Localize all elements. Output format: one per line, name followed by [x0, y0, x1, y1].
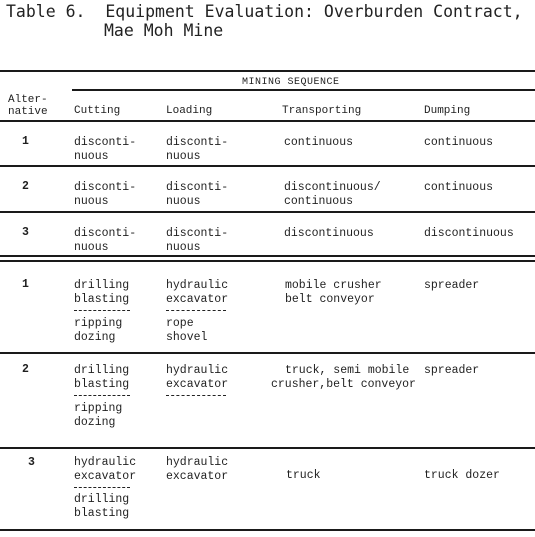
alt-number: 2: [22, 363, 29, 376]
row-rule: [0, 211, 535, 213]
alt-number: 1: [22, 135, 29, 148]
cutting-option-b: ripping dozing: [74, 402, 123, 429]
col-header-loading: Loading: [166, 105, 213, 117]
loading-option-b: rope shovel: [166, 317, 208, 344]
option-divider: [74, 395, 130, 396]
section-double-rule-top: [0, 255, 535, 257]
dumping-cell: spreader: [424, 364, 480, 377]
alt-number: 1: [22, 278, 29, 291]
dumping-cell: truck dozer: [424, 469, 500, 482]
table-title: Table 6. Equipment Evaluation: Overburde…: [6, 2, 523, 40]
option-divider: [74, 310, 130, 311]
alt-number: 3: [22, 226, 29, 239]
option-divider: [166, 395, 226, 396]
dumping-cell: continuous: [424, 181, 494, 194]
loading-cell: disconti- nuous: [166, 136, 229, 163]
row-rule: [0, 447, 535, 449]
top-rule: [0, 70, 535, 72]
dumping-cell: spreader: [424, 279, 480, 292]
group-header: MINING SEQUENCE: [242, 77, 340, 88]
cutting-option-b: ripping dozing: [74, 317, 123, 344]
cutting-cell: disconti- nuous: [74, 181, 137, 208]
bottom-rule: [0, 529, 535, 531]
title-line-1: Table 6. Equipment Evaluation: Overburde…: [6, 2, 523, 21]
cutting-cell: disconti- nuous: [74, 227, 137, 254]
loading-option-a: hydraulic excavator: [166, 456, 229, 483]
row-rule: [0, 352, 535, 354]
dumping-cell: continuous: [424, 136, 494, 149]
transporting-cell: truck, semi mobile crusher,belt conveyor: [271, 364, 416, 391]
cutting-cell: disconti- nuous: [74, 136, 137, 163]
col-header-transporting: Transporting: [282, 105, 362, 117]
transporting-cell: discontinuous: [284, 227, 374, 240]
col-header-dumping: Dumping: [424, 105, 471, 117]
transporting-cell: discontinuous/ continuous: [284, 181, 381, 208]
alt-header-line2: native: [8, 106, 48, 118]
cutting-option-a: drilling blasting: [74, 279, 130, 306]
title-line-2: Mae Moh Mine: [104, 21, 224, 40]
alt-number: 2: [22, 180, 29, 193]
row-rule: [0, 165, 535, 167]
cutting-option-a: hydraulic excavator: [74, 456, 137, 483]
loading-cell: disconti- nuous: [166, 227, 229, 254]
loading-cell: disconti- nuous: [166, 181, 229, 208]
loading-option-a: hydraulic excavator: [166, 279, 229, 306]
transporting-cell: mobile crusher belt conveyor: [285, 279, 382, 306]
option-divider: [74, 487, 130, 488]
option-divider: [166, 310, 226, 311]
header-bottom-rule: [0, 120, 535, 122]
alt-number: 3: [28, 456, 35, 469]
transporting-cell: continuous: [284, 136, 354, 149]
cutting-option-a: drilling blasting: [74, 364, 130, 391]
loading-option-a: hydraulic excavator: [166, 364, 229, 391]
col-header-cutting: Cutting: [74, 105, 121, 117]
dumping-cell: discontinuous: [424, 227, 514, 240]
transporting-cell: truck: [286, 469, 321, 482]
cutting-option-b: drilling blasting: [74, 493, 130, 520]
section-double-rule-bottom: [0, 260, 535, 262]
